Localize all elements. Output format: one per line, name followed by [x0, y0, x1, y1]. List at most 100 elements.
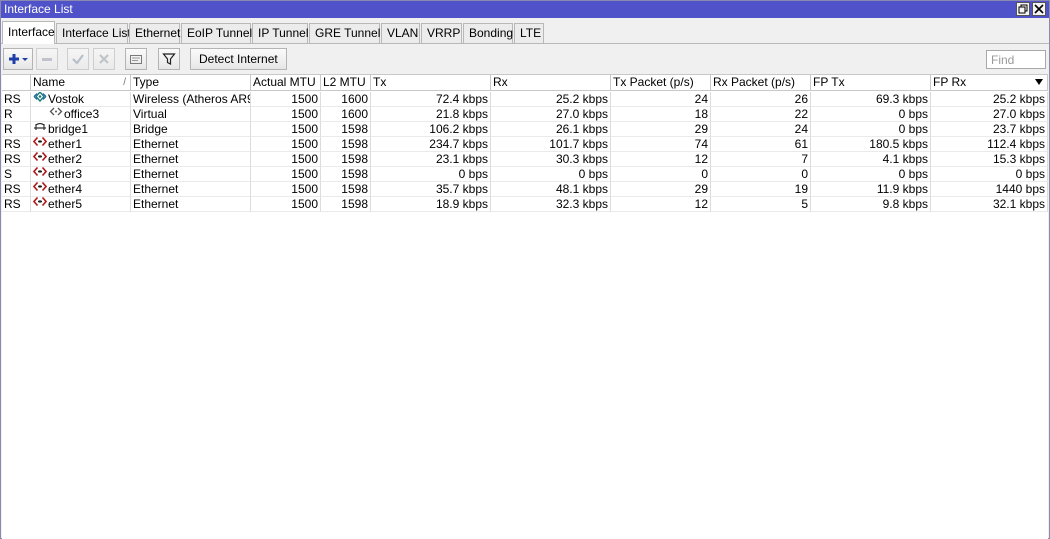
tab-ethernet[interactable]: Ethernet — [129, 23, 180, 43]
cell-tx: 0 bps — [371, 167, 491, 182]
cell-flags: RS — [2, 197, 31, 212]
disable-button[interactable] — [93, 48, 115, 70]
col-actual-mtu-header[interactable]: Actual MTU — [251, 75, 321, 91]
cell-fp-tx: 11.9 kbps — [811, 182, 931, 197]
col-tx-header[interactable]: Tx — [371, 75, 491, 91]
col-fp-rx-header[interactable]: FP Rx — [931, 75, 1048, 91]
col-tx-packet-header[interactable]: Tx Packet (p/s) — [611, 75, 711, 91]
cell-tx-packet: 29 — [611, 122, 711, 137]
ethernet-icon — [32, 137, 48, 151]
interface-name: ether4 — [48, 182, 83, 196]
toolbar: Detect Internet — [1, 45, 1049, 73]
table-row[interactable]: RS ether5 Ethernet 1500 1598 18.9 kbps 32.3 kb… — [2, 197, 1048, 212]
tab-bonding[interactable]: Bonding — [463, 23, 513, 43]
filter-icon — [162, 53, 176, 65]
cell-tx: 106.2 kbps — [371, 122, 491, 137]
detect-internet-button[interactable]: Detect Internet — [190, 48, 287, 70]
table-row[interactable]: Sether3 Ethernet 1500 1598 0 bps 0 bps 0 0 0 bps… — [2, 167, 1048, 182]
comment-icon — [130, 55, 142, 64]
cell-tx-packet: 12 — [611, 197, 711, 212]
interface-list-window: Interface List Interface Interface List … — [0, 0, 1050, 539]
cell-rx-packet: 7 — [711, 152, 811, 167]
col-name-header[interactable]: Name / — [31, 75, 131, 91]
tab-interface[interactable]: Interface — [2, 21, 55, 44]
cell-flags: RS — [2, 182, 31, 197]
comment-button[interactable] — [125, 48, 147, 70]
cell-rx: 27.0 kbps — [491, 107, 611, 122]
tab-vrrp[interactable]: VRRP — [421, 23, 462, 43]
check-icon — [72, 54, 84, 65]
tab-gre-tunnel[interactable]: GRE Tunnel — [309, 23, 380, 43]
window-title: Interface List — [4, 2, 73, 16]
cell-rx-packet: 61 — [711, 137, 811, 152]
table-row[interactable]: RS Vostok Wireless (Atheros AR9... 1500 1600… — [2, 92, 1048, 107]
cell-rx: 48.1 kbps — [491, 182, 611, 197]
virtual-icon — [49, 107, 63, 121]
cell-name: Vostok — [31, 92, 131, 107]
cell-type: Ethernet — [131, 182, 251, 197]
cell-rx: 32.3 kbps — [491, 197, 611, 212]
cell-l2-mtu: 1598 — [321, 182, 371, 197]
cell-fp-tx: 0 bps — [811, 167, 931, 182]
col-flags-header[interactable] — [2, 75, 31, 91]
cell-actual-mtu: 1500 — [251, 167, 321, 182]
table-row[interactable]: Roffice3 Virtual 1500 1600 21.8 kbps 27.0 kbp… — [2, 107, 1048, 122]
cell-actual-mtu: 1500 — [251, 182, 321, 197]
cell-fp-tx: 0 bps — [811, 107, 931, 122]
cell-l2-mtu: 1598 — [321, 167, 371, 182]
tab-ip-tunnel[interactable]: IP Tunnel — [252, 23, 308, 43]
cell-fp-tx: 0 bps — [811, 122, 931, 137]
cell-flags: S — [2, 167, 31, 182]
cell-fp-rx: 32.1 kbps — [931, 197, 1048, 212]
x-icon — [99, 54, 109, 64]
cell-fp-tx: 9.8 kbps — [811, 197, 931, 212]
cell-fp-rx: 23.7 kbps — [931, 122, 1048, 137]
tab-interface-list[interactable]: Interface List — [56, 23, 131, 43]
tab-bar: Interface Interface List Ethernet EoIP T… — [1, 21, 1049, 44]
table-row[interactable]: RS ether1 Ethernet 1500 1598 234.7 kbps 101.7 … — [2, 137, 1048, 152]
tab-eoip-tunnel[interactable]: EoIP Tunnel — [181, 23, 252, 43]
filter-button[interactable] — [158, 48, 180, 70]
add-button[interactable] — [3, 48, 33, 70]
cell-name: bridge1 — [31, 122, 131, 137]
tab-vlan[interactable]: VLAN — [381, 23, 420, 43]
column-menu-icon[interactable] — [1034, 77, 1044, 87]
cell-fp-rx: 1440 bps — [931, 182, 1048, 197]
cell-actual-mtu: 1500 — [251, 92, 321, 107]
col-rx-packet-header[interactable]: Rx Packet (p/s) — [711, 75, 811, 91]
find-input[interactable] — [986, 50, 1046, 69]
col-type-header[interactable]: Type — [131, 75, 251, 91]
col-fp-tx-header[interactable]: FP Tx — [811, 75, 931, 91]
close-button[interactable] — [1032, 2, 1046, 16]
col-name-label: Name — [33, 75, 66, 89]
cell-actual-mtu: 1500 — [251, 107, 321, 122]
remove-button[interactable] — [36, 48, 58, 70]
table-row[interactable]: RS ether2 Ethernet 1500 1598 23.1 kbps 30.3 kb… — [2, 152, 1048, 167]
ethernet-icon — [32, 167, 48, 181]
cell-l2-mtu: 1600 — [321, 92, 371, 107]
cell-fp-rx: 0 bps — [931, 167, 1048, 182]
tab-lte[interactable]: LTE — [514, 23, 544, 43]
interface-name: ether2 — [48, 152, 83, 166]
sort-indicator-icon: / — [123, 77, 126, 88]
cell-tx-packet: 18 — [611, 107, 711, 122]
cell-fp-rx: 25.2 kbps — [931, 92, 1048, 107]
enable-button[interactable] — [67, 48, 89, 70]
cell-l2-mtu: 1598 — [321, 152, 371, 167]
col-rx-header[interactable]: Rx — [491, 75, 611, 91]
cell-rx: 101.7 kbps — [491, 137, 611, 152]
cell-tx-packet: 12 — [611, 152, 711, 167]
col-l2-mtu-header[interactable]: L2 MTU — [321, 75, 371, 91]
cell-tx: 23.1 kbps — [371, 152, 491, 167]
interface-name: ether5 — [48, 197, 83, 211]
table-row[interactable]: Rbridge1 Bridge 1500 1598 106.2 kbps 26.1 kbp… — [2, 122, 1048, 137]
cell-type: Bridge — [131, 122, 251, 137]
table-row[interactable]: RS ether4 Ethernet 1500 1598 35.7 kbps 48.1 kb… — [2, 182, 1048, 197]
wireless-icon — [33, 92, 47, 106]
close-icon — [1034, 4, 1044, 14]
restore-button[interactable] — [1016, 2, 1030, 16]
title-bar[interactable]: Interface List — [1, 1, 1049, 18]
cell-tx: 35.7 kbps — [371, 182, 491, 197]
cell-name: ether3 — [31, 167, 131, 182]
interface-name: ether1 — [48, 137, 83, 151]
